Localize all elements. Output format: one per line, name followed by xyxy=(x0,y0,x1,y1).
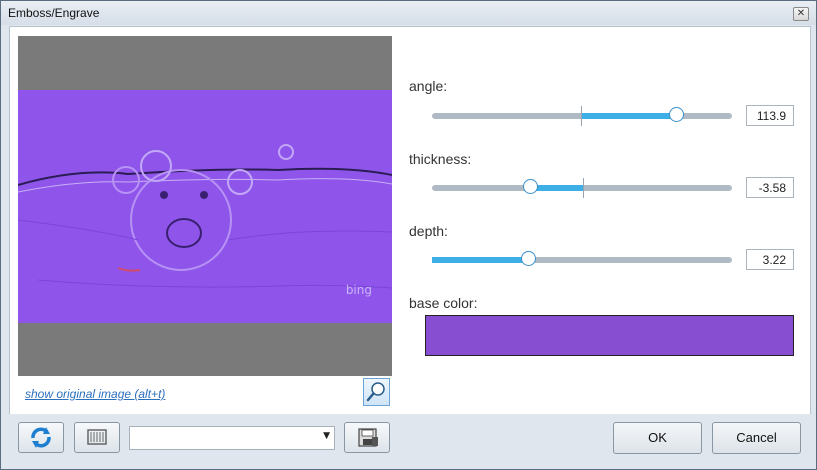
cancel-button[interactable]: Cancel xyxy=(712,422,801,454)
depth-slider[interactable] xyxy=(432,251,732,266)
angle-label: angle: xyxy=(409,78,448,94)
emboss-engrave-dialog: Emboss/Engrave ✕ bing show original imag… xyxy=(0,0,817,470)
ok-button[interactable]: OK xyxy=(613,422,702,454)
window-title: Emboss/Engrave xyxy=(8,6,100,20)
depth-slider-fill xyxy=(432,257,529,263)
close-button[interactable]: ✕ xyxy=(793,7,809,21)
thickness-slider-center-tick xyxy=(583,178,584,198)
refresh-button[interactable] xyxy=(18,422,64,453)
pattern-icon xyxy=(87,429,107,445)
angle-value-field[interactable]: 113.9 xyxy=(746,105,794,126)
refresh-icon xyxy=(31,427,51,448)
pattern-button[interactable] xyxy=(74,422,120,453)
zoom-icon xyxy=(366,382,385,402)
embossed-bear-image xyxy=(18,144,392,289)
thickness-label: thickness: xyxy=(409,151,472,167)
save-preset-button[interactable] xyxy=(344,422,390,453)
show-original-link[interactable]: show original image (alt+t) xyxy=(25,387,165,401)
thickness-slider[interactable] xyxy=(432,178,732,198)
thickness-slider-thumb[interactable] xyxy=(523,179,538,194)
bing-watermark: bing xyxy=(345,283,372,297)
angle-slider-fill xyxy=(581,113,677,119)
base-color-label: base color: xyxy=(409,295,478,311)
preset-dropdown[interactable]: ▼ xyxy=(129,426,335,450)
angle-slider-center-tick xyxy=(581,106,582,126)
chevron-down-icon: ▼ xyxy=(323,431,330,441)
dialog-content: bing show original image (alt+t) angle: … xyxy=(9,26,811,415)
title-bar: Emboss/Engrave ✕ xyxy=(1,1,816,25)
save-icon xyxy=(358,428,378,447)
angle-slider[interactable] xyxy=(432,106,732,126)
depth-label: depth: xyxy=(409,223,448,239)
base-color-swatch[interactable] xyxy=(425,315,794,356)
preview-image: bing xyxy=(18,90,392,323)
zoom-button[interactable] xyxy=(363,378,390,406)
depth-value-field[interactable]: 3.22 xyxy=(746,249,794,270)
angle-slider-thumb[interactable] xyxy=(669,107,684,122)
thickness-value-field[interactable]: -3.58 xyxy=(746,177,794,198)
preview-area: bing xyxy=(18,36,392,376)
depth-slider-thumb[interactable] xyxy=(521,251,536,266)
